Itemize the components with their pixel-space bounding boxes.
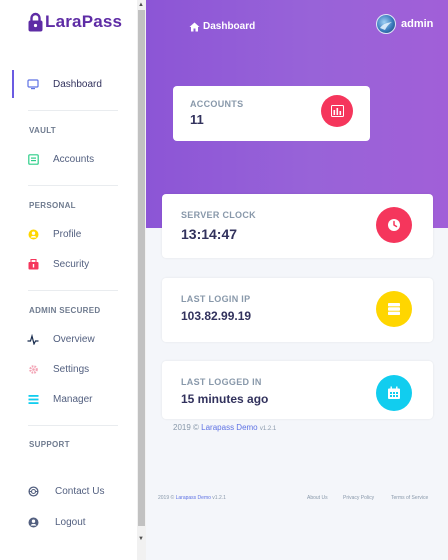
gear-icon	[27, 363, 39, 375]
sidebar-item-label: Logout	[55, 516, 86, 528]
server-clock-card[interactable]: SERVER CLOCK 13:14:47	[162, 194, 433, 258]
user-icon	[27, 516, 39, 528]
last-logged-in-card[interactable]: LAST LOGGED IN 15 minutes ago	[162, 361, 433, 419]
user-menu[interactable]: admin	[376, 14, 433, 34]
sidebar-item-label: Profile	[53, 228, 82, 240]
sidebar-item-accounts[interactable]: Accounts	[0, 147, 137, 171]
footer-version: v1.2.1	[259, 426, 277, 432]
scroll-down-arrow-icon[interactable]: ▼	[138, 536, 144, 542]
card-value: 11	[190, 112, 204, 127]
main-content: Dashboard admin ACCOUNTS 11 SERVER CLOCK…	[146, 0, 448, 560]
home-icon	[189, 22, 200, 31]
section-heading-personal: PERSONAL	[29, 201, 76, 210]
privacy-link[interactable]: Privacy Policy	[343, 495, 374, 501]
divider	[28, 185, 118, 186]
sidebar-item-manager[interactable]: Manager	[0, 387, 137, 411]
about-link[interactable]: About Us	[307, 495, 328, 501]
sidebar-item-label: Dashboard	[53, 78, 102, 90]
sidebar-item-profile[interactable]: Profile	[0, 222, 137, 246]
divider	[28, 110, 118, 111]
card-value: 103.82.99.19	[181, 309, 252, 323]
footer-small-year: 2019 ©	[158, 495, 175, 501]
card-title: ACCOUNTS	[190, 99, 244, 109]
page-title[interactable]: Dashboard	[189, 21, 255, 32]
user-circle-icon	[27, 228, 39, 240]
list-icon	[27, 393, 39, 405]
accounts-card[interactable]: ACCOUNTS 11	[173, 86, 370, 141]
page-title-text: Dashboard	[203, 21, 256, 32]
section-heading-support: SUPPORT	[29, 440, 70, 449]
sidebar-item-label: Settings	[53, 363, 90, 375]
sidebar-item-security[interactable]: Security	[0, 252, 137, 276]
sidebar-item-label: Security	[53, 258, 90, 270]
divider	[28, 290, 118, 291]
sidebar-item-label: Contact Us	[55, 485, 105, 497]
lock-icon	[28, 12, 43, 32]
sidebar-item-dashboard[interactable]: Dashboard	[0, 72, 137, 96]
footer-link[interactable]: Larapass Demo	[201, 423, 257, 432]
sidebar-item-settings[interactable]: Settings	[0, 357, 137, 381]
footer-small-link[interactable]: Larapass Demo	[176, 495, 211, 501]
sidebar-scrollbar[interactable]: ▲ ▼	[137, 0, 146, 560]
sidebar-item-label: Manager	[53, 393, 93, 405]
monitor-icon	[27, 78, 39, 90]
card-value: 13:14:47	[181, 226, 238, 242]
username: admin	[401, 18, 434, 30]
card-title: LAST LOGIN IP	[181, 294, 251, 304]
vault-icon	[27, 153, 39, 165]
card-title: SERVER CLOCK	[181, 210, 256, 220]
footer-copyright: 2019 © Larapass Demo v1.2.1	[173, 423, 276, 432]
activity-icon	[27, 333, 39, 345]
section-heading-admin: ADMIN SECURED	[29, 306, 101, 315]
footer-year: 2019 ©	[173, 423, 199, 432]
server-icon	[376, 291, 412, 327]
footer-small-copyright: 2019 © Larapass Demo v1.2.1	[158, 495, 226, 501]
chart-bar-icon	[321, 95, 353, 127]
scroll-up-arrow-icon[interactable]: ▲	[138, 2, 144, 8]
last-login-ip-card[interactable]: LAST LOGIN IP 103.82.99.19	[162, 278, 433, 342]
scroll-thumb[interactable]	[138, 10, 145, 526]
life-ring-icon	[27, 485, 39, 497]
calendar-icon	[376, 375, 412, 411]
sidebar-item-label: Overview	[53, 333, 95, 345]
section-heading-vault: VAULT	[29, 126, 56, 135]
sidebar-item-logout[interactable]: Logout	[0, 510, 137, 534]
brand-name: LaraPass	[45, 12, 123, 31]
clock-icon	[376, 207, 412, 243]
avatar	[376, 14, 396, 34]
card-title: LAST LOGGED IN	[181, 377, 262, 387]
divider	[28, 425, 118, 426]
sidebar: LaraPass Dashboard VAULT Accounts PERSON…	[0, 0, 137, 560]
card-value: 15 minutes ago	[181, 392, 269, 406]
sidebar-item-label: Accounts	[53, 153, 95, 165]
sidebar-item-contact[interactable]: Contact Us	[0, 479, 137, 503]
brand-logo[interactable]: LaraPass	[28, 12, 122, 32]
terms-link[interactable]: Terms of Service	[391, 495, 428, 501]
sidebar-item-overview[interactable]: Overview	[0, 327, 137, 351]
footer-small-version: v1.2.1	[212, 495, 226, 501]
security-icon	[27, 258, 39, 270]
